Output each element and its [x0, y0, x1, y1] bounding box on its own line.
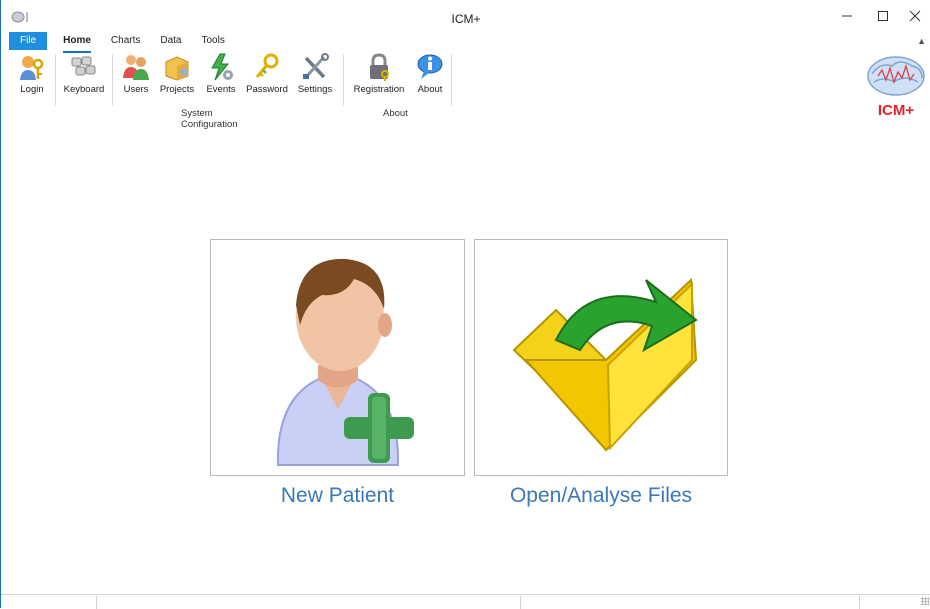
group-label-system-configuration: System Configuration [181, 108, 238, 130]
ribbon-divider [451, 54, 452, 106]
brain-icon [867, 56, 925, 96]
events-button[interactable]: Events [203, 52, 239, 100]
registration-lock-icon [363, 52, 395, 82]
collapse-ribbon-icon[interactable]: ▲ [917, 36, 926, 46]
status-divider [859, 596, 860, 609]
icm-logo: ICM+ [864, 52, 928, 122]
keyboard-button[interactable]: Keyboard [61, 52, 107, 100]
about-info-icon [414, 52, 446, 82]
maximize-icon [878, 11, 888, 21]
about-button[interactable]: About [412, 52, 448, 100]
users-button[interactable]: Users [119, 52, 153, 100]
tab-data[interactable]: Data [150, 32, 191, 50]
events-label: Events [206, 84, 236, 95]
projects-label: Projects [159, 84, 195, 95]
login-key-icon [16, 52, 48, 82]
status-divider [96, 596, 97, 609]
password-button[interactable]: Password [243, 52, 291, 100]
status-divider [520, 596, 521, 609]
users-label: Users [123, 84, 149, 95]
keyboard-icon [68, 52, 100, 82]
tab-charts[interactable]: Charts [101, 32, 150, 50]
tab-file[interactable]: File [9, 32, 48, 50]
ribbon-divider [343, 54, 344, 106]
close-button[interactable] [899, 4, 930, 28]
logo-text: ICM+ [877, 102, 915, 119]
login-label: Login [20, 84, 44, 95]
new-patient-tile[interactable] [210, 239, 465, 476]
about-label: About [417, 84, 443, 95]
projects-icon [161, 52, 193, 82]
minimize-button[interactable] [827, 4, 867, 28]
group-label-about: About [383, 108, 408, 119]
maximize-button[interactable] [863, 4, 903, 28]
events-icon [205, 52, 237, 82]
users-icon [120, 52, 152, 82]
tab-tools[interactable]: Tools [192, 32, 235, 50]
close-icon [909, 10, 921, 22]
status-bar [1, 594, 930, 609]
minimize-icon [842, 15, 852, 17]
open-analyse-files-tile[interactable] [474, 239, 728, 476]
open-analyse-files-label[interactable]: Open/Analyse Files [474, 484, 728, 508]
settings-tools-icon [299, 52, 331, 82]
password-label: Password [246, 84, 288, 95]
window-title: ICM+ [451, 12, 481, 26]
tab-home[interactable]: Home [53, 32, 101, 53]
new-patient-icon [276, 258, 414, 466]
password-keys-icon [251, 52, 283, 82]
app-window: ICM+ File Home Charts Data Tools ▲ Login… [0, 0, 930, 609]
registration-label: Registration [353, 84, 405, 95]
registration-button[interactable]: Registration [349, 52, 409, 100]
ribbon-tabs: File Home Charts Data Tools [9, 32, 235, 53]
title-bar: ICM+ [1, 0, 930, 32]
resize-grip-icon[interactable] [921, 597, 929, 605]
open-folder-icon [512, 277, 698, 452]
new-patient-label[interactable]: New Patient [210, 484, 465, 508]
keyboard-label: Keyboard [63, 84, 105, 95]
projects-button[interactable]: Projects [157, 52, 197, 100]
settings-button[interactable]: Settings [295, 52, 335, 100]
ribbon-divider [112, 54, 113, 106]
ribbon-divider [55, 54, 56, 106]
login-button[interactable]: Login [11, 52, 53, 100]
settings-label: Settings [297, 84, 333, 95]
